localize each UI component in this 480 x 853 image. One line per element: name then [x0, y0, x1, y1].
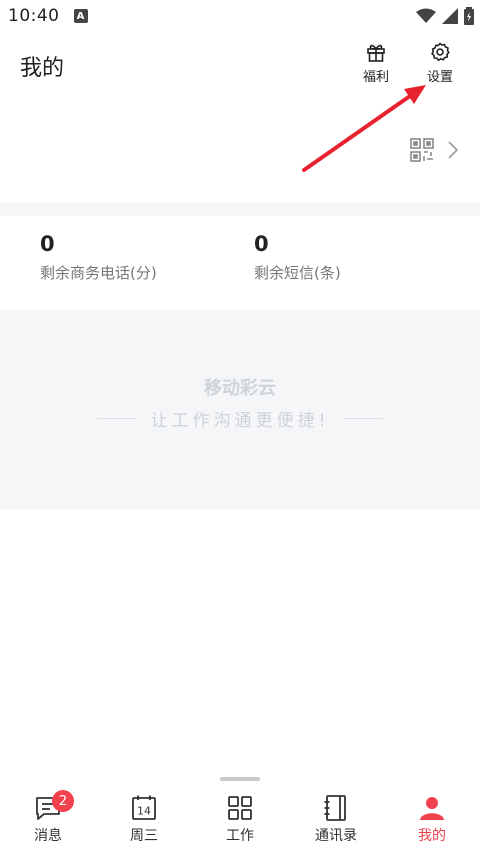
welfare-label: 福利: [362, 70, 389, 85]
tab-me[interactable]: 我的: [384, 790, 480, 853]
tab-calendar[interactable]: 14 周三: [96, 790, 192, 853]
header: 我的 福利 设置: [0, 32, 480, 102]
bottom-tab-bar: 2 消息 14 周三 工作 通讯录 我的: [0, 790, 480, 853]
section-divider: [0, 202, 480, 216]
banner-subtitle: 让工作沟通更便捷!: [150, 411, 330, 431]
status-icons: [416, 7, 474, 25]
profile-icon: [420, 797, 444, 820]
tab-label: 周三: [130, 828, 158, 844]
banner-line-left: [96, 418, 137, 419]
calendar-icon: 14: [132, 795, 156, 820]
stat-business-call[interactable]: 0 剩余商务电话(分): [40, 232, 157, 283]
notification-a-icon: A: [73, 9, 88, 23]
profile-area[interactable]: [0, 102, 480, 202]
qr-code-icon: [410, 138, 434, 162]
banner-title: 移动彩云: [204, 378, 276, 399]
wifi-icon: [416, 8, 436, 23]
tab-label: 我的: [418, 828, 446, 844]
calendar-day: 14: [137, 805, 151, 818]
status-bar: 10:40 A: [0, 0, 480, 32]
page-title: 我的: [20, 56, 65, 81]
banner-line-right: [343, 418, 384, 419]
stat-label: 剩余短信(条): [254, 264, 341, 282]
unread-badge: 2: [52, 790, 74, 812]
stat-label: 剩余商务电话(分): [40, 264, 157, 282]
banner-subtitle-row: 让工作沟通更便捷!: [0, 406, 480, 431]
tab-label: 通讯录: [315, 828, 357, 844]
grid-icon: [228, 796, 252, 820]
contacts-icon: [324, 795, 346, 821]
battery-icon: [464, 7, 474, 25]
tab-label: 消息: [34, 828, 62, 844]
stat-value: 0: [40, 232, 55, 256]
chevron-right-icon: [448, 141, 458, 159]
promo-banner: 移动彩云 让工作沟通更便捷!: [0, 310, 480, 510]
qr-code-entry[interactable]: [410, 138, 458, 162]
settings-label: 设置: [426, 70, 453, 85]
status-time: 10:40: [8, 6, 60, 26]
stats-section: 0 剩余商务电话(分) 0 剩余短信(条): [0, 216, 480, 310]
tab-work[interactable]: 工作: [192, 790, 288, 853]
tab-contacts[interactable]: 通讯录: [288, 790, 384, 853]
gear-icon: [431, 42, 450, 61]
signal-icon: [442, 8, 458, 24]
stat-sms[interactable]: 0 剩余短信(条): [254, 232, 341, 283]
tab-messages[interactable]: 2 消息: [0, 790, 96, 853]
tab-label: 工作: [226, 828, 254, 844]
settings-button[interactable]: 设置: [418, 42, 462, 85]
stat-value: 0: [254, 232, 269, 256]
gift-icon: [367, 44, 385, 62]
welfare-button[interactable]: 福利: [354, 42, 398, 85]
home-indicator[interactable]: [220, 777, 260, 781]
